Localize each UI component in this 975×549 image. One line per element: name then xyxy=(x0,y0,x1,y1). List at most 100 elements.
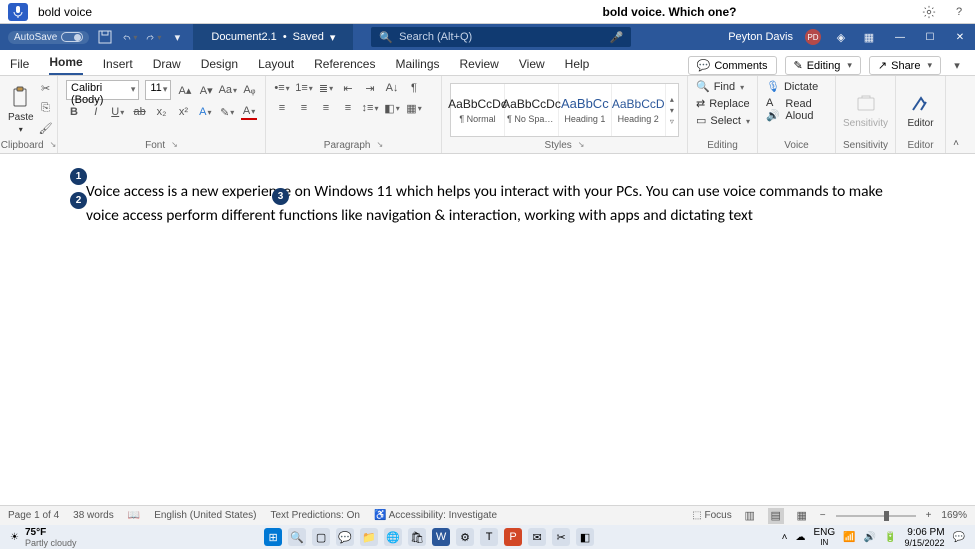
format-painter-icon[interactable]: 🖌 xyxy=(38,120,54,136)
share-button[interactable]: ↗Share xyxy=(869,56,941,75)
grow-font-icon[interactable]: A▴ xyxy=(177,82,192,98)
tab-insert[interactable]: Insert xyxy=(103,53,133,75)
word-count[interactable]: 38 words xyxy=(73,510,114,521)
weather-widget[interactable]: ☀ 75°F Partly cloudy xyxy=(10,527,77,548)
sort-icon[interactable]: A↓ xyxy=(384,80,400,96)
tray-overflow-icon[interactable]: ˄ xyxy=(782,532,788,543)
word-icon[interactable]: W xyxy=(432,528,450,546)
settings-icon[interactable] xyxy=(921,4,937,20)
language-switcher[interactable]: ENG IN xyxy=(813,527,835,547)
edge-icon[interactable]: 🌐 xyxy=(384,528,402,546)
user-name[interactable]: Peyton Davis xyxy=(728,31,793,43)
zoom-level[interactable]: 169% xyxy=(941,510,967,521)
read-mode-icon[interactable]: ▥ xyxy=(742,508,758,524)
dialog-launcher-icon[interactable]: ↘ xyxy=(377,140,384,151)
voice-number-badge-1[interactable]: 1 xyxy=(70,168,87,185)
clock[interactable]: 9:06 PM 9/15/2022 xyxy=(905,527,945,548)
tab-view[interactable]: View xyxy=(519,53,545,75)
style-heading2[interactable]: AaBbCcDHeading 2 xyxy=(612,84,666,136)
bullets-icon[interactable]: •≡ xyxy=(274,80,290,96)
align-right-icon[interactable]: ≡ xyxy=(318,100,334,116)
search-input[interactable]: 🔍 Search (Alt+Q) 🎤 xyxy=(371,27,631,47)
tab-help[interactable]: Help xyxy=(565,53,590,75)
store-icon[interactable]: 🛍 xyxy=(408,528,426,546)
language-indicator[interactable]: English (United States) xyxy=(154,510,256,521)
tab-home[interactable]: Home xyxy=(49,51,82,75)
undo-icon[interactable] xyxy=(121,29,137,45)
read-aloud-button[interactable]: A🔊Read Aloud xyxy=(766,97,827,122)
decrease-indent-icon[interactable]: ⇤ xyxy=(340,80,356,96)
web-layout-icon[interactable]: ▦ xyxy=(794,508,810,524)
dialog-launcher-icon[interactable]: ↘ xyxy=(50,140,57,151)
document-paragraph[interactable]: Voice access is a new experience on Wind… xyxy=(86,180,905,228)
superscript-icon[interactable]: x² xyxy=(175,104,191,120)
zoom-slider[interactable] xyxy=(836,515,916,517)
tab-mailings[interactable]: Mailings xyxy=(395,53,439,75)
style-no-spacing[interactable]: AaBbCcDc¶ No Spac... xyxy=(505,84,559,136)
font-name-combo[interactable]: Calibri (Body) xyxy=(66,80,139,100)
file-explorer-icon[interactable]: 📁 xyxy=(360,528,378,546)
snipping-icon[interactable]: ✂ xyxy=(552,528,570,546)
help-icon[interactable]: ? xyxy=(951,4,967,20)
line-spacing-icon[interactable]: ↕≡ xyxy=(362,100,378,116)
tab-layout[interactable]: Layout xyxy=(258,53,294,75)
page-indicator[interactable]: Page 1 of 4 xyxy=(8,510,59,521)
style-heading1[interactable]: AaBbCcHeading 1 xyxy=(559,84,612,136)
clear-formatting-icon[interactable]: Aᵩ xyxy=(242,82,257,98)
copy-icon[interactable]: ⎘ xyxy=(38,100,54,116)
tab-file[interactable]: File xyxy=(10,53,29,75)
italic-icon[interactable]: I xyxy=(88,104,104,120)
settings-taskbar-icon[interactable]: ⚙ xyxy=(456,528,474,546)
autosave-toggle[interactable]: AutoSave xyxy=(8,31,89,44)
collapse-ribbon-icon[interactable]: ˄ xyxy=(953,138,959,149)
borders-icon[interactable]: ▦ xyxy=(406,100,422,116)
align-center-icon[interactable]: ≡ xyxy=(296,100,312,116)
text-effects-icon[interactable]: A xyxy=(197,104,213,120)
shrink-font-icon[interactable]: A▾ xyxy=(199,82,214,98)
accessibility-status[interactable]: ♿ Accessibility: Investigate xyxy=(374,510,497,521)
teams-icon[interactable]: T xyxy=(480,528,498,546)
dialog-launcher-icon[interactable]: ↘ xyxy=(578,140,585,151)
dictate-button[interactable]: 🎙Dictate xyxy=(766,80,827,93)
document-canvas[interactable]: 1 2 3 Voice access is a new experience o… xyxy=(0,154,975,505)
tab-design[interactable]: Design xyxy=(201,53,238,75)
styles-gallery[interactable]: AaBbCcDc¶ Normal AaBbCcDc¶ No Spac... Aa… xyxy=(450,83,679,137)
voice-mic-icon[interactable] xyxy=(8,3,28,21)
zoom-out-icon[interactable]: − xyxy=(820,510,826,521)
underline-icon[interactable]: U xyxy=(110,104,126,120)
find-button[interactable]: 🔍Find xyxy=(696,80,749,93)
search-mic-icon[interactable]: 🎤 xyxy=(610,31,624,44)
subscript-icon[interactable]: x₂ xyxy=(154,104,170,120)
spellcheck-icon[interactable]: 📖 xyxy=(128,510,140,521)
tab-references[interactable]: References xyxy=(314,53,375,75)
change-case-icon[interactable]: Aa xyxy=(220,82,236,98)
document-title-button[interactable]: Document2.1 • Saved ▾ xyxy=(193,24,353,50)
shading-icon[interactable]: ◧ xyxy=(384,100,400,116)
numbering-icon[interactable]: 1≡ xyxy=(296,80,312,96)
editor-button[interactable]: Editor xyxy=(907,92,933,129)
comments-button[interactable]: 💬Comments xyxy=(688,56,777,75)
maximize-button[interactable]: ☐ xyxy=(915,24,945,50)
show-marks-icon[interactable]: ¶ xyxy=(406,80,422,96)
ribbon-overflow-icon[interactable]: ▾ xyxy=(949,58,965,74)
battery-icon[interactable]: 🔋 xyxy=(884,532,896,543)
font-size-combo[interactable]: 11 xyxy=(145,80,171,100)
zoom-in-icon[interactable]: + xyxy=(926,510,932,521)
style-normal[interactable]: AaBbCcDc¶ Normal xyxy=(451,84,505,136)
paste-button[interactable]: Paste ▾ xyxy=(8,80,34,140)
volume-icon[interactable]: 🔊 xyxy=(864,532,876,543)
focus-mode-button[interactable]: ⬚ Focus xyxy=(692,510,731,521)
tab-review[interactable]: Review xyxy=(460,53,499,75)
print-layout-icon[interactable]: ▤ xyxy=(768,508,784,524)
text-predictions[interactable]: Text Predictions: On xyxy=(270,510,359,521)
editing-mode-button[interactable]: ✎Editing xyxy=(785,56,861,75)
wifi-icon[interactable]: 📶 xyxy=(843,532,855,543)
dialog-launcher-icon[interactable]: ↘ xyxy=(171,140,178,151)
start-icon[interactable]: ⊞ xyxy=(264,528,282,546)
onedrive-icon[interactable]: ☁ xyxy=(795,532,805,543)
justify-icon[interactable]: ≡ xyxy=(340,100,356,116)
powerpoint-icon[interactable]: P xyxy=(504,528,522,546)
align-left-icon[interactable]: ≡ xyxy=(274,100,290,116)
outlook-icon[interactable]: ✉ xyxy=(528,528,546,546)
increase-indent-icon[interactable]: ⇥ xyxy=(362,80,378,96)
